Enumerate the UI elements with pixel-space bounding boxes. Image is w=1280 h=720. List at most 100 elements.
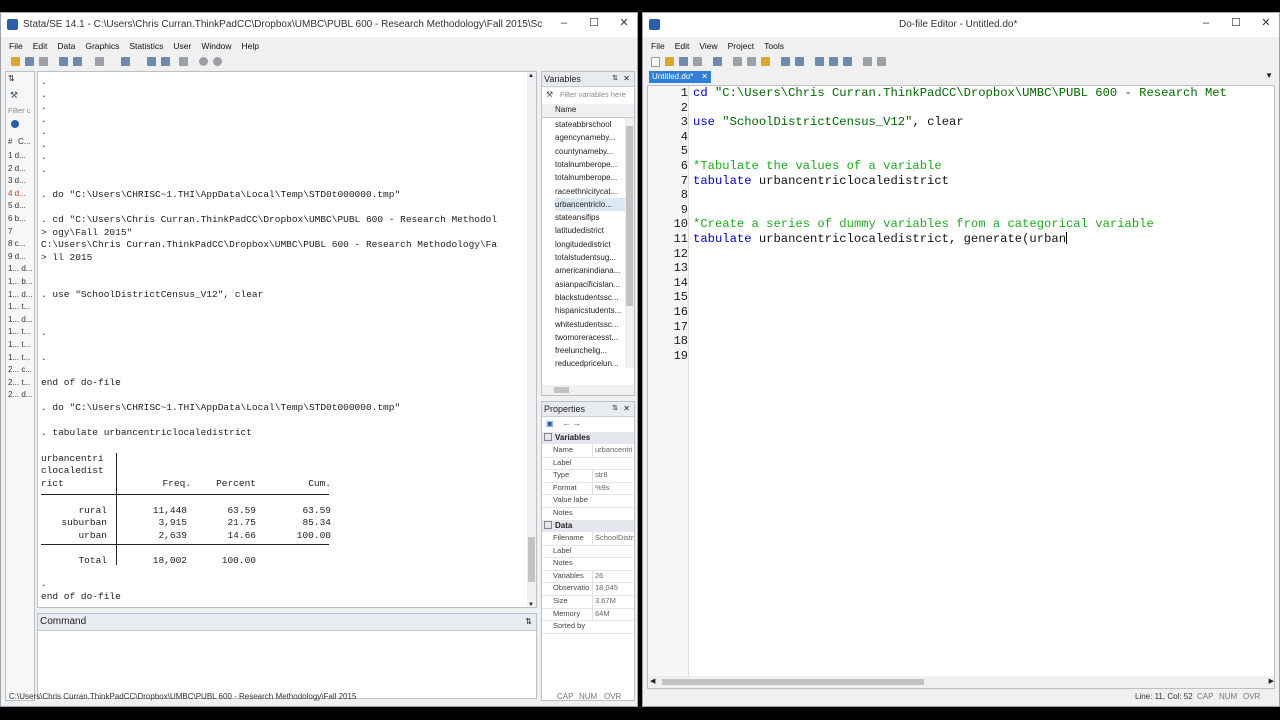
menu-file[interactable]: File xyxy=(9,39,23,53)
editor-hscrollbar[interactable]: ◀ ▶ xyxy=(648,676,1274,688)
menu-statistics[interactable]: Statistics xyxy=(129,39,163,53)
properties-data-section[interactable]: Data xyxy=(542,520,634,532)
property-row[interactable]: Value labe xyxy=(542,494,634,508)
code-line-10[interactable]: *Create a series of dummy variables from… xyxy=(693,217,1154,232)
open-icon[interactable] xyxy=(11,57,20,66)
property-row[interactable]: Notes xyxy=(542,507,634,521)
pin-icon[interactable]: ⇅ xyxy=(525,614,532,630)
execute-icon[interactable] xyxy=(877,57,886,66)
paste-icon[interactable] xyxy=(761,57,770,66)
property-row[interactable]: Size 3.67M xyxy=(542,595,634,609)
variable-item[interactable]: countynameby... xyxy=(555,145,634,158)
results-scroll-thumb[interactable] xyxy=(528,537,535,582)
maximize-button[interactable]: ☐ xyxy=(1221,13,1251,33)
pin-icon[interactable]: ⇅ xyxy=(612,72,618,86)
variables-scrollbar[interactable] xyxy=(625,118,634,368)
code-line-3[interactable]: use "SchoolDistrictCensus_V12", clear xyxy=(693,115,964,130)
variable-item[interactable]: latitudedistrict xyxy=(555,224,634,237)
close-icon[interactable]: ✕ xyxy=(623,402,630,416)
wrench-icon[interactable]: ⚒ xyxy=(10,90,18,101)
cut-icon[interactable] xyxy=(733,57,742,66)
variable-item[interactable]: whitestudentssc... xyxy=(555,318,634,331)
history-item[interactable]: 8 c... xyxy=(8,237,25,250)
property-row[interactable]: Format %9s xyxy=(542,481,634,496)
code-line-6[interactable]: *Tabulate the values of a variable xyxy=(693,159,942,174)
find-icon[interactable] xyxy=(713,57,722,66)
results-scrollbar[interactable]: ▲ ▼ xyxy=(527,72,536,607)
dofile-editor-icon[interactable] xyxy=(121,57,130,66)
menu-view[interactable]: View xyxy=(699,39,717,53)
property-row[interactable]: Type str8 xyxy=(542,469,634,483)
menu-edit[interactable]: Edit xyxy=(33,39,48,53)
history-item[interactable]: 7 xyxy=(8,225,12,238)
tab-overflow-icon[interactable]: ▼ xyxy=(1265,71,1273,80)
close-button[interactable]: ✕ xyxy=(609,13,637,33)
variable-item[interactable]: americanindiana... xyxy=(555,264,634,277)
property-row[interactable]: Notes xyxy=(542,557,634,571)
variables-hscroll-thumb[interactable] xyxy=(554,387,569,393)
history-item[interactable]: 1... t... xyxy=(8,351,30,364)
scroll-right-icon[interactable]: ▶ xyxy=(1269,677,1274,685)
variable-item[interactable]: raceethnicitycat... xyxy=(555,185,634,198)
code-line-1[interactable]: cd "C:\Users\Chris Curran.ThinkPadCC\Dro… xyxy=(693,86,1227,101)
close-icon[interactable]: ✕ xyxy=(623,72,630,86)
minimize-button[interactable]: – xyxy=(1191,13,1221,33)
menu-edit[interactable]: Edit xyxy=(675,39,690,53)
forward-arrow-icon[interactable]: → xyxy=(572,418,581,428)
variable-item[interactable]: freelunchelig... xyxy=(555,344,634,357)
menu-file[interactable]: File xyxy=(651,39,665,53)
run-icon[interactable] xyxy=(863,57,872,66)
print-icon[interactable] xyxy=(39,57,48,66)
break-icon[interactable] xyxy=(213,57,222,66)
minimize-button[interactable]: – xyxy=(549,13,579,33)
history-item[interactable]: 9 d... xyxy=(8,250,26,263)
history-item[interactable]: 5 d... xyxy=(8,199,26,212)
properties-variables-section[interactable]: Variables xyxy=(542,432,634,444)
menu-window[interactable]: Window xyxy=(201,39,231,53)
save-icon[interactable] xyxy=(25,57,34,66)
variables-manager-icon[interactable] xyxy=(179,57,188,66)
variable-item[interactable]: asianpacificislan... xyxy=(555,278,634,291)
menu-project[interactable]: Project xyxy=(728,39,754,53)
pin-icon[interactable]: ⇅ xyxy=(612,402,618,416)
redo-icon[interactable] xyxy=(795,57,804,66)
history-item[interactable]: 1... d... xyxy=(8,288,32,301)
history-item[interactable]: 2 d... xyxy=(8,162,26,175)
history-item[interactable]: 1 d... xyxy=(8,149,26,162)
history-item[interactable]: 1... t... xyxy=(8,338,30,351)
menu-tools[interactable]: Tools xyxy=(764,39,784,53)
pin-icon[interactable]: ⇅ xyxy=(8,74,15,83)
history-filter-input[interactable]: Filter c xyxy=(8,104,31,117)
bookmark-icon[interactable] xyxy=(843,57,852,66)
more-icon[interactable] xyxy=(199,57,208,66)
code-line-11[interactable]: tabulate urbancentriclocaledistrict, gen… xyxy=(693,232,1068,247)
variable-item[interactable]: twomoreracesst... xyxy=(555,331,634,344)
variables-scroll-thumb[interactable] xyxy=(626,126,633,306)
menu-user[interactable]: User xyxy=(173,39,191,53)
variable-item[interactable]: stateansifips xyxy=(555,211,634,224)
variables-filter-input[interactable]: Filter variables here xyxy=(560,90,626,99)
variable-item[interactable]: reducedpricelun... xyxy=(555,357,634,370)
variable-item[interactable]: agencynameby... xyxy=(555,131,634,144)
variable-item[interactable]: totalstudentsug... xyxy=(555,251,634,264)
variable-item[interactable]: totalnumberope... xyxy=(555,158,634,171)
variable-item[interactable]: stateabbrschool xyxy=(555,118,634,131)
history-item[interactable]: 1... t... xyxy=(8,325,30,338)
wrench-icon[interactable]: ⚒ xyxy=(546,90,553,99)
command-input[interactable] xyxy=(38,631,536,698)
editor-hscroll-thumb[interactable] xyxy=(662,679,924,685)
open-icon[interactable] xyxy=(665,57,674,66)
history-item[interactable]: 1... b... xyxy=(8,275,32,288)
shift-left-icon[interactable] xyxy=(815,57,824,66)
log-icon[interactable] xyxy=(59,57,68,66)
back-arrow-icon[interactable]: ← xyxy=(562,418,571,428)
property-row[interactable]: Variables 26 xyxy=(542,569,634,584)
data-editor-icon[interactable] xyxy=(147,57,156,66)
menu-data[interactable]: Data xyxy=(57,39,75,53)
menu-help[interactable]: Help xyxy=(242,39,259,53)
menu-graphics[interactable]: Graphics xyxy=(85,39,119,53)
property-row[interactable]: Label xyxy=(542,457,634,471)
property-row[interactable]: Label xyxy=(542,545,634,559)
save-icon[interactable] xyxy=(679,57,688,66)
undo-icon[interactable] xyxy=(781,57,790,66)
